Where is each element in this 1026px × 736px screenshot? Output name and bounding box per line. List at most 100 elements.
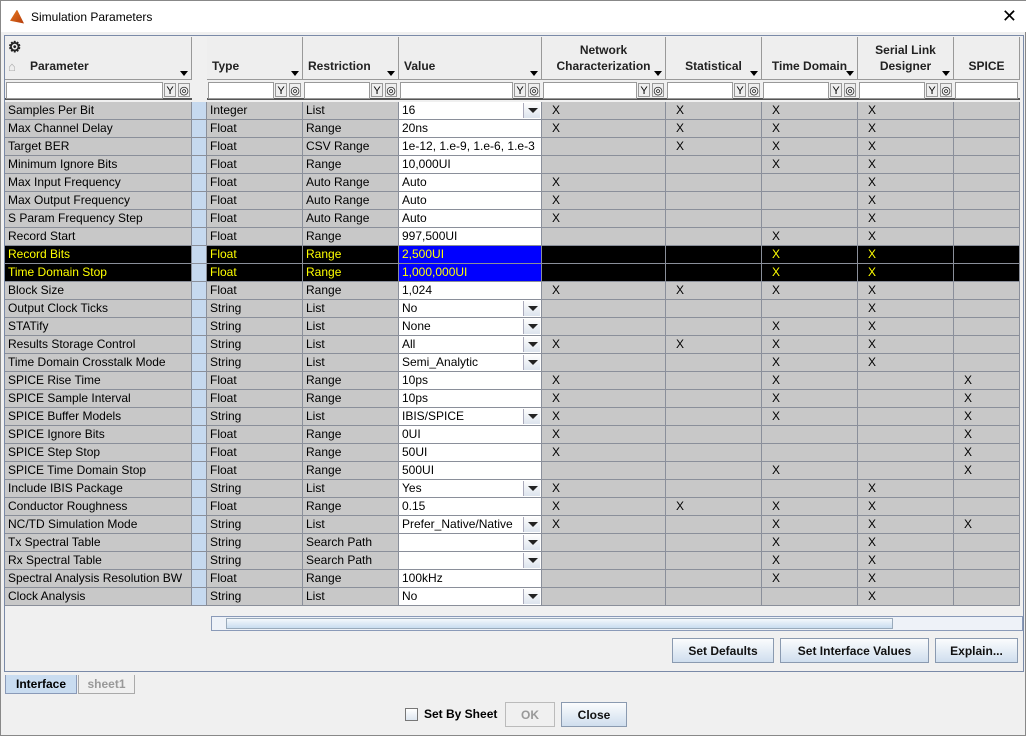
table-row[interactable]: STATify String List None X X	[5, 318, 1023, 336]
table-row[interactable]: Tx Spectral Table String Search Path X X	[5, 534, 1023, 552]
column-filter-input[interactable]	[6, 82, 163, 99]
value-cell[interactable]: 1,024	[399, 282, 542, 300]
table-row[interactable]: Conductor Roughness Float Range 0.15 X X X X	[5, 498, 1023, 516]
chevron-down-icon[interactable]	[523, 319, 540, 334]
set-defaults-button[interactable]: Set Defaults	[672, 638, 774, 663]
value-cell[interactable]: Yes	[399, 480, 542, 498]
column-filter-input[interactable]	[400, 82, 513, 99]
value-cell[interactable]: 2,500UI	[399, 246, 542, 264]
table-row[interactable]: Minimum Ignore Bits Float Range 10,000UI X X	[5, 156, 1023, 174]
set-by-sheet-checkbox[interactable]	[405, 708, 418, 721]
value-cell[interactable]: IBIS/SPICE	[399, 408, 542, 426]
sort-dropdown-icon[interactable]	[846, 71, 854, 76]
value-cell[interactable]: Auto	[399, 210, 542, 228]
table-row[interactable]: Samples Per Bit Integer List 16 X X X X	[5, 102, 1023, 120]
close-window-button[interactable]: ✕	[1002, 6, 1017, 27]
table-row[interactable]: Include IBIS Package String List Yes X X	[5, 480, 1023, 498]
filter-icon[interactable]: Y	[371, 83, 383, 97]
value-cell[interactable]: 10ps	[399, 372, 542, 390]
clear-filter-icon[interactable]: ◎	[289, 83, 301, 97]
sort-dropdown-icon[interactable]	[180, 71, 188, 76]
column-filter-input[interactable]	[859, 82, 925, 99]
chevron-down-icon[interactable]	[523, 355, 540, 370]
table-row[interactable]: Spectral Analysis Resolution BW Float Rang…	[5, 570, 1023, 588]
filter-icon[interactable]: Y	[514, 83, 526, 97]
table-row[interactable]: Record Start Float Range 997,500UI X X	[5, 228, 1023, 246]
column-header-value[interactable]: Value	[399, 37, 542, 80]
value-cell[interactable]: All	[399, 336, 542, 354]
column-filter-input[interactable]	[763, 82, 829, 99]
column-header-restriction[interactable]: Restriction	[303, 37, 399, 80]
sort-dropdown-icon[interactable]	[750, 71, 758, 76]
value-cell[interactable]: 500UI	[399, 462, 542, 480]
close-button[interactable]: Close	[561, 702, 627, 727]
sort-dropdown-icon[interactable]	[530, 71, 538, 76]
table-row[interactable]: SPICE Time Domain Stop Float Range 500UI X X	[5, 462, 1023, 480]
value-cell[interactable]	[399, 534, 542, 552]
table-row[interactable]: SPICE Buffer Models String List IBIS/SPICE X…	[5, 408, 1023, 426]
chevron-down-icon[interactable]	[523, 103, 540, 118]
chevron-down-icon[interactable]	[523, 589, 540, 604]
value-cell[interactable]: 16	[399, 102, 542, 120]
table-row[interactable]: S Param Frequency Step Float Auto Range Aut…	[5, 210, 1023, 228]
value-cell[interactable]	[399, 552, 542, 570]
chevron-down-icon[interactable]	[523, 301, 540, 316]
column-header-spice[interactable]: SPICE	[954, 37, 1020, 80]
column-filter-input[interactable]	[304, 82, 370, 99]
filter-icon[interactable]: Y	[275, 83, 287, 97]
set-interface-values-button[interactable]: Set Interface Values	[780, 638, 929, 663]
column-header-statistical[interactable]: Statistical	[666, 37, 762, 80]
clear-filter-icon[interactable]: ◎	[528, 83, 540, 97]
table-row[interactable]: Block Size Float Range 1,024 X X X X	[5, 282, 1023, 300]
value-cell[interactable]: Auto	[399, 192, 542, 210]
filter-icon[interactable]: Y	[638, 83, 650, 97]
column-filter-input[interactable]	[667, 82, 733, 99]
sort-dropdown-icon[interactable]	[942, 71, 950, 76]
column-header-network-characterization[interactable]: Network Characterization	[542, 37, 666, 80]
value-cell[interactable]: 100kHz	[399, 570, 542, 588]
table-row[interactable]: Record Bits Float Range 2,500UI X X	[5, 246, 1023, 264]
scrollbar-thumb[interactable]	[226, 618, 893, 629]
clear-filter-icon[interactable]: ◎	[652, 83, 664, 97]
clear-filter-icon[interactable]: ◎	[940, 83, 952, 97]
filter-icon[interactable]: Y	[164, 83, 176, 97]
table-row[interactable]: Target BER Float CSV Range 1e-12, 1.e-9, 1.…	[5, 138, 1023, 156]
chevron-down-icon[interactable]	[523, 337, 540, 352]
value-cell[interactable]: Auto	[399, 174, 542, 192]
value-cell[interactable]: No	[399, 588, 542, 606]
tab-sheet1[interactable]: sheet1	[78, 675, 135, 694]
table-row[interactable]: Clock Analysis String List No X	[5, 588, 1023, 606]
value-cell[interactable]: Semi_Analytic	[399, 354, 542, 372]
table-row[interactable]: Rx Spectral Table String Search Path X X	[5, 552, 1023, 570]
tab-interface[interactable]: Interface	[5, 675, 77, 694]
table-row[interactable]: Max Output Frequency Float Auto Range Auto X…	[5, 192, 1023, 210]
explain-button[interactable]: Explain...	[935, 638, 1018, 663]
chevron-down-icon[interactable]	[523, 481, 540, 496]
chevron-down-icon[interactable]	[523, 517, 540, 532]
clear-filter-icon[interactable]: ◎	[844, 83, 856, 97]
value-cell[interactable]: 1e-12, 1.e-9, 1.e-6, 1.e-3	[399, 138, 542, 156]
column-header-parameter[interactable]: ⚙ ⌂ Parameter	[5, 37, 192, 80]
column-header-time-domain[interactable]: Time Domain	[762, 37, 858, 80]
value-cell[interactable]: 50UI	[399, 444, 542, 462]
value-cell[interactable]: 997,500UI	[399, 228, 542, 246]
ok-button[interactable]: OK	[505, 702, 555, 727]
table-row[interactable]: SPICE Ignore Bits Float Range 0UI X X	[5, 426, 1023, 444]
filter-icon[interactable]: Y	[830, 83, 842, 97]
value-cell[interactable]: 0UI	[399, 426, 542, 444]
value-cell[interactable]: 1,000,000UI	[399, 264, 542, 282]
table-row[interactable]: NC/TD Simulation Mode String List Prefer_Na…	[5, 516, 1023, 534]
filter-icon[interactable]: Y	[734, 83, 746, 97]
clear-filter-icon[interactable]: ◎	[385, 83, 397, 97]
chevron-down-icon[interactable]	[523, 553, 540, 568]
sort-dropdown-icon[interactable]	[291, 71, 299, 76]
column-header-serial-link-designer[interactable]: Serial Link Designer	[858, 37, 954, 80]
sort-dropdown-icon[interactable]	[387, 71, 395, 76]
value-cell[interactable]: 10ps	[399, 390, 542, 408]
value-cell[interactable]: None	[399, 318, 542, 336]
table-row[interactable]: Time Domain Crosstalk Mode String List Semi…	[5, 354, 1023, 372]
table-row[interactable]: SPICE Rise Time Float Range 10ps X X X	[5, 372, 1023, 390]
clear-filter-icon[interactable]: ◎	[748, 83, 760, 97]
value-cell[interactable]: 10,000UI	[399, 156, 542, 174]
table-row[interactable]: SPICE Sample Interval Float Range 10ps X X X	[5, 390, 1023, 408]
